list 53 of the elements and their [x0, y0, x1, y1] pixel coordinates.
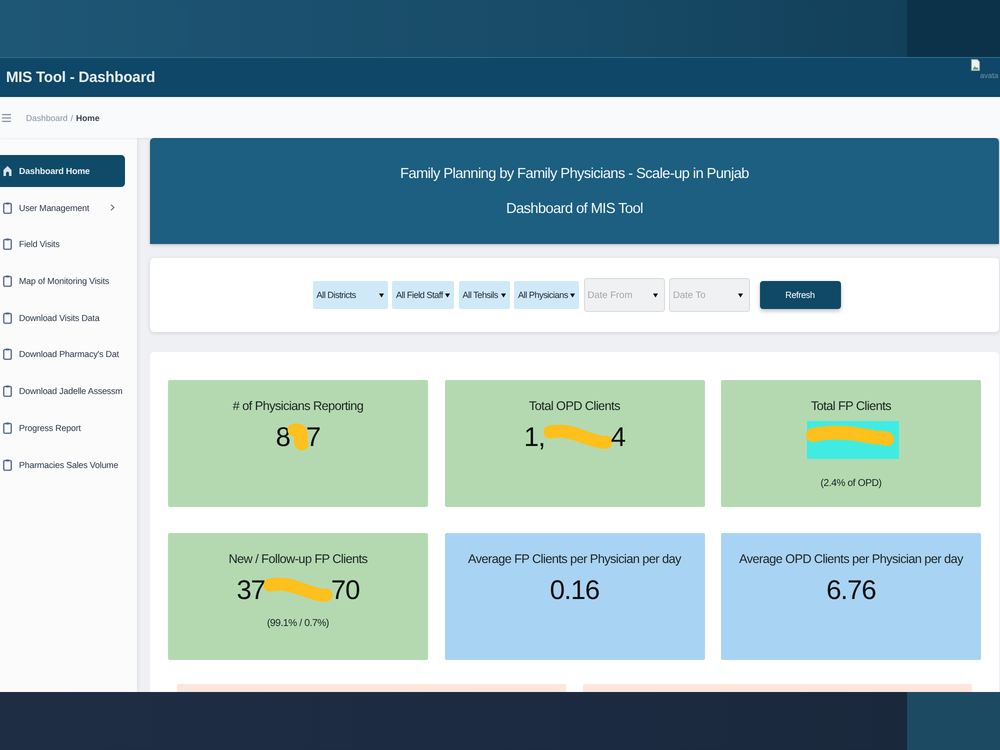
home-icon	[3, 165, 12, 177]
stat-value: 8	[276, 421, 290, 453]
breadcrumb-separator: /	[70, 112, 73, 122]
caret-icon	[570, 292, 575, 298]
stat-title: Average FP Clients per Physician per day	[468, 551, 681, 567]
stat-value: 4	[610, 421, 626, 453]
stat-title: Average OPD Clients per Physician per day	[739, 551, 963, 567]
clipboard-icon	[3, 238, 12, 250]
stat-title: Total FP Clients	[810, 398, 892, 414]
sidebar-item[interactable]: Field Visits	[0, 228, 125, 260]
banner-title: Family Planning by Family Physicians - Scale-up in Punjab	[400, 166, 749, 182]
stat-title: Total OPD Clients	[529, 398, 620, 414]
menu-icon[interactable]	[2, 114, 11, 122]
stat-note: (99.1% / 0.7%)	[267, 618, 329, 629]
clipboard-icon	[3, 458, 12, 470]
sidebar-item[interactable]: User Management	[0, 192, 125, 224]
sidebar-item[interactable]: Download Visits Data	[0, 302, 125, 334]
stat-title: New / Follow-up FP Clients	[228, 551, 368, 567]
clipboard-icon	[3, 422, 12, 434]
clipboard-icon	[3, 202, 12, 214]
stat-value: 70	[331, 574, 360, 606]
chevron-right-icon	[110, 204, 115, 212]
stat-note: (2.4% of OPD)	[820, 478, 882, 489]
caret-icon	[738, 292, 743, 298]
sidebar-item[interactable]: Download Pharmacy's Dat	[0, 338, 125, 370]
sidebar-item[interactable]: Map of Monitoring Visits	[0, 265, 125, 298]
filter-dropdown[interactable]: All Physicians	[514, 281, 579, 309]
sidebar-item[interactable]: Download Jadelle Assessm	[0, 375, 125, 408]
clipboard-icon	[3, 312, 12, 324]
stat-value: 6.76	[826, 574, 876, 606]
stat-value: 7	[306, 421, 320, 453]
breadcrumb-current: Home	[76, 112, 100, 122]
clipboard-icon	[3, 275, 12, 288]
stat-title: # of Physicians Reporting	[232, 398, 364, 414]
filter-dropdown[interactable]: All Tehsils	[458, 281, 510, 309]
sidebar-item[interactable]: Dashboard Home	[0, 155, 125, 187]
stat-value: 1,	[524, 421, 545, 453]
stat-value: 0.16	[550, 574, 600, 606]
filter-dropdown[interactable]: All Field Staff	[392, 281, 454, 309]
caret-icon	[652, 292, 658, 298]
stat-value: 37	[236, 574, 265, 606]
sidebar-item[interactable]: Progress Report	[0, 412, 125, 444]
banner-subtitle: Dashboard of MIS Tool	[506, 200, 643, 216]
broken-image-icon	[971, 59, 980, 71]
app-title: MIS Tool - Dashboard	[6, 69, 156, 86]
clipboard-icon	[3, 348, 12, 360]
clipboard-icon	[3, 385, 12, 398]
caret-icon	[445, 292, 450, 298]
refresh-button[interactable]: Refresh	[760, 281, 840, 309]
caret-icon	[378, 292, 384, 298]
sidebar-item[interactable]: Pharmacies Sales Volume	[0, 448, 125, 480]
filter-dropdown[interactable]: All Districts	[312, 281, 388, 309]
caret-icon	[500, 292, 506, 298]
